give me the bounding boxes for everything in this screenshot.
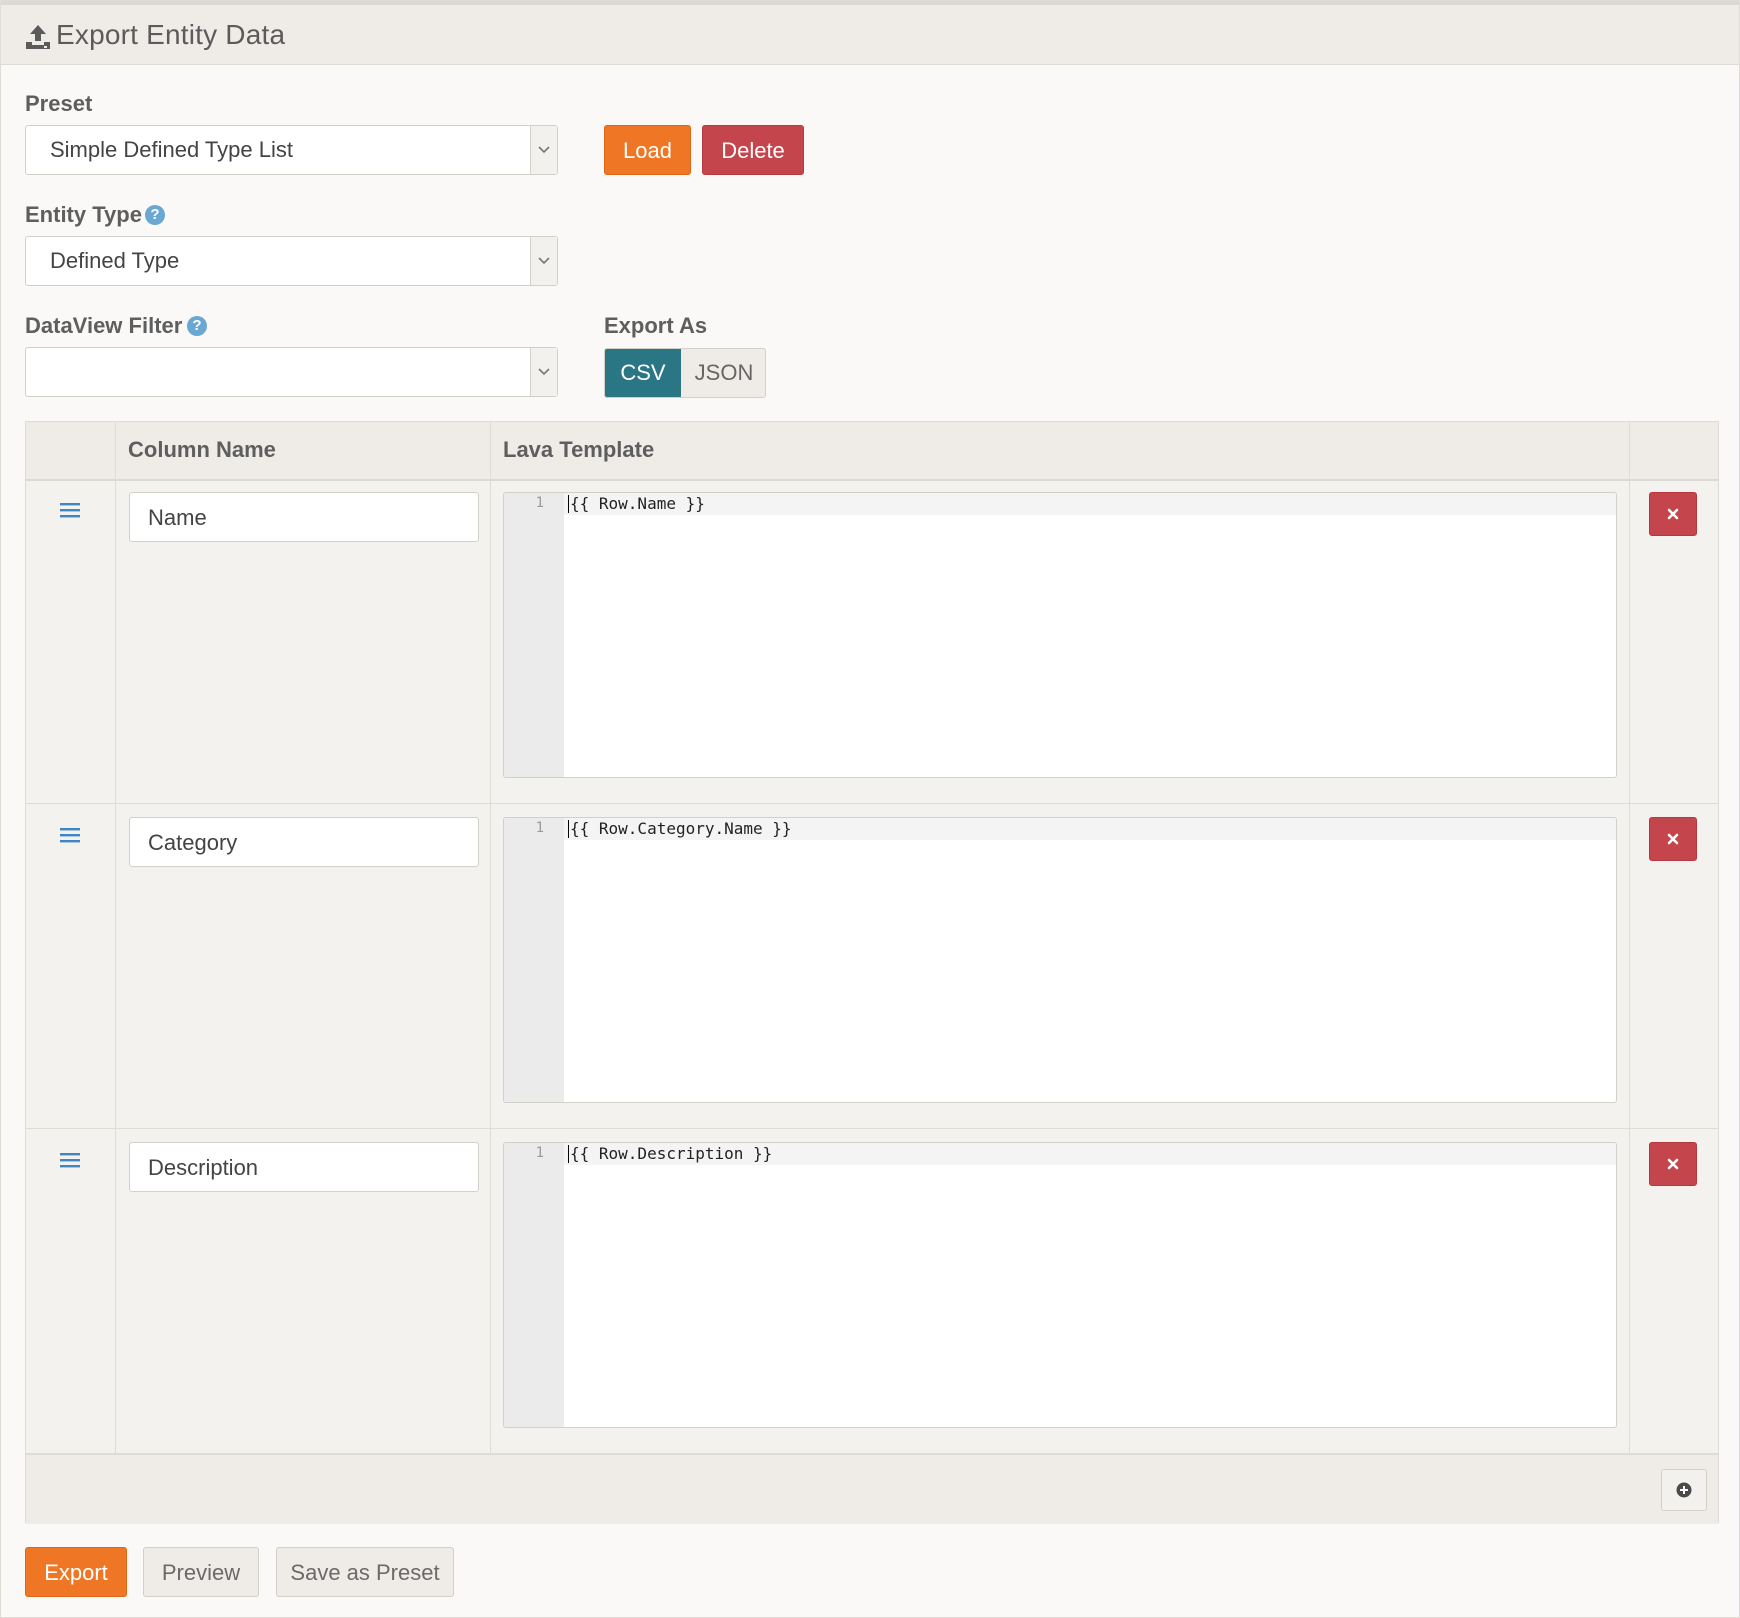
entity-type-select-value: Defined Type xyxy=(50,248,180,273)
upload-icon xyxy=(26,25,50,49)
editor-gutter: 1 xyxy=(504,1143,564,1427)
dataview-filter-label: DataView Filter xyxy=(25,313,183,338)
text-cursor xyxy=(568,495,569,513)
entity-type-select[interactable]: Defined Type xyxy=(25,236,558,286)
table-row: Category 1 {{ Row.Category.Name }} xyxy=(26,804,1718,1129)
preset-label: Preset xyxy=(25,91,93,116)
export-as-toggle: CSV JSON xyxy=(604,348,766,398)
save-as-preset-button[interactable]: Save as Preset xyxy=(276,1547,454,1597)
lava-template-editor[interactable]: 1 {{ Row.Description }} xyxy=(503,1142,1617,1428)
add-column-button[interactable] xyxy=(1661,1469,1707,1511)
column-name-header: Column Name xyxy=(128,437,276,462)
help-icon[interactable]: ? xyxy=(145,205,165,225)
code-line: {{ Row.Category.Name }} xyxy=(570,819,792,838)
active-line-highlight xyxy=(564,493,1616,515)
drag-handle-icon[interactable] xyxy=(60,1151,82,1169)
editor-gutter: 1 xyxy=(504,493,564,777)
preset-select-value: Simple Defined Type List xyxy=(50,137,293,162)
remove-row-button[interactable] xyxy=(1649,492,1697,536)
editor-gutter: 1 xyxy=(504,818,564,1102)
column-name-input[interactable]: Name xyxy=(129,492,479,542)
export-entity-data-panel: Export Entity Data Preset Simple Defined… xyxy=(0,0,1740,1618)
close-icon xyxy=(1667,833,1679,845)
lava-template-editor[interactable]: 1 {{ Row.Category.Name }} xyxy=(503,817,1617,1103)
dataview-filter-select[interactable] xyxy=(25,347,558,397)
export-button[interactable]: Export xyxy=(25,1547,127,1597)
preset-select-caret[interactable] xyxy=(530,126,557,174)
table-row: Name 1 {{ Row.Name }} xyxy=(26,479,1718,804)
code-line: {{ Row.Name }} xyxy=(570,494,705,513)
plus-circle-icon xyxy=(1676,1482,1692,1498)
remove-row-button[interactable] xyxy=(1649,1142,1697,1186)
chevron-down-icon xyxy=(538,368,550,376)
preview-button[interactable]: Preview xyxy=(143,1547,259,1597)
chevron-down-icon xyxy=(538,146,550,154)
line-number: 1 xyxy=(535,1145,544,1161)
remove-row-button[interactable] xyxy=(1649,817,1697,861)
drag-handle-icon[interactable] xyxy=(60,826,82,844)
close-icon xyxy=(1667,508,1679,520)
chevron-down-icon xyxy=(538,257,550,265)
panel-title: Export Entity Data xyxy=(56,19,286,50)
export-as-label: Export As xyxy=(604,313,708,338)
line-number: 1 xyxy=(535,820,544,836)
grid-header: Column Name Lava Template xyxy=(26,422,1718,481)
column-name-input[interactable]: Description xyxy=(129,1142,479,1192)
columns-grid: Column Name Lava Template Name 1 {{ Row.… xyxy=(25,421,1719,1524)
entity-type-label: Entity Type xyxy=(25,202,142,227)
lava-template-editor[interactable]: 1 {{ Row.Name }} xyxy=(503,492,1617,778)
code-line: {{ Row.Description }} xyxy=(570,1144,773,1163)
help-icon[interactable]: ? xyxy=(187,316,207,336)
panel-heading: Export Entity Data xyxy=(1,5,1739,65)
line-number: 1 xyxy=(535,495,544,511)
preset-select[interactable]: Simple Defined Type List xyxy=(25,125,558,175)
drag-handle-icon[interactable] xyxy=(60,501,82,519)
entity-type-select-caret[interactable] xyxy=(530,237,557,285)
lava-template-header: Lava Template xyxy=(503,437,655,462)
dataview-filter-select-caret[interactable] xyxy=(530,348,557,396)
close-icon xyxy=(1667,1158,1679,1170)
text-cursor xyxy=(568,1145,569,1163)
export-as-csv-option[interactable]: CSV xyxy=(605,349,681,397)
text-cursor xyxy=(568,820,569,838)
table-row: Description 1 {{ Row.Description }} xyxy=(26,1129,1718,1454)
load-button[interactable]: Load xyxy=(604,125,691,175)
delete-button[interactable]: Delete xyxy=(702,125,804,175)
export-as-json-option[interactable]: JSON xyxy=(681,349,765,397)
grid-footer xyxy=(26,1454,1718,1524)
column-name-input[interactable]: Category xyxy=(129,817,479,867)
